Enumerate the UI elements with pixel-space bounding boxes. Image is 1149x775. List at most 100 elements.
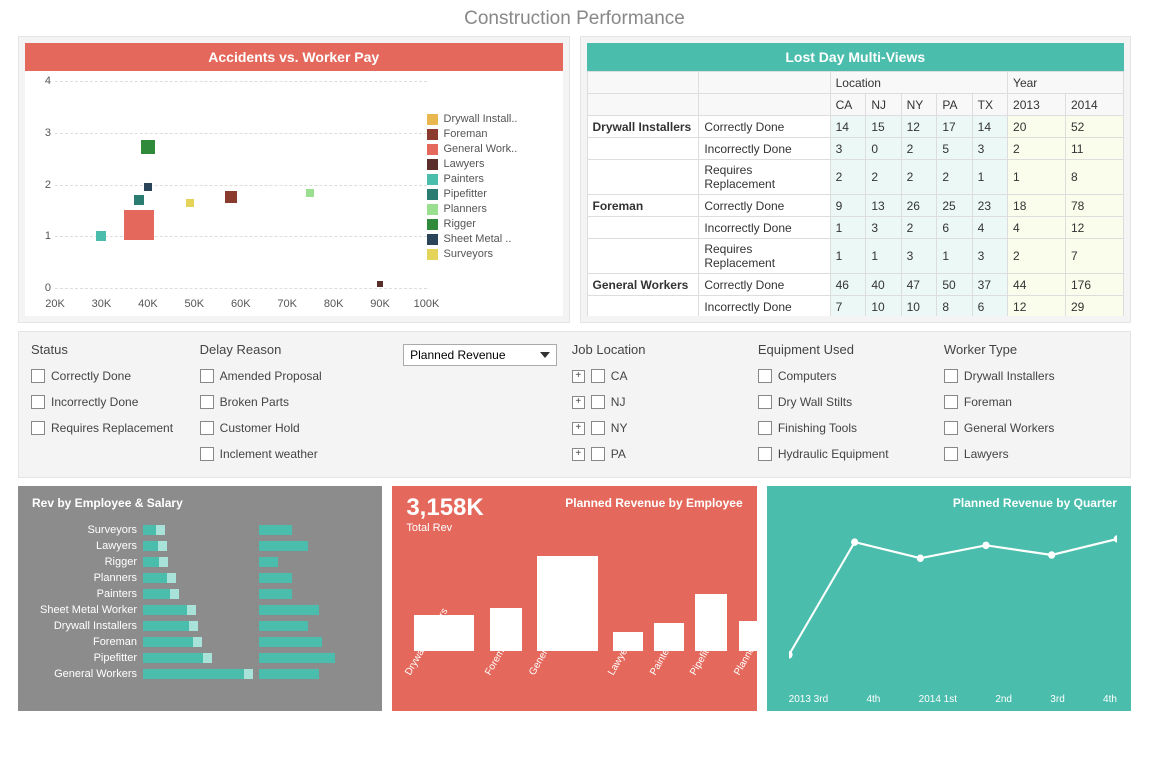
expand-icon[interactable]: + <box>572 396 585 409</box>
expand-icon[interactable]: + <box>572 370 585 383</box>
legend-item[interactable]: Planners <box>427 202 557 216</box>
page-title: Construction Performance <box>0 0 1149 36</box>
legend-item[interactable]: Sheet Metal .. <box>427 232 557 246</box>
scatter-point[interactable] <box>124 210 154 240</box>
checkbox-icon[interactable] <box>944 395 958 409</box>
legend-item[interactable]: Rigger <box>427 217 557 231</box>
checkbox-icon[interactable] <box>944 369 958 383</box>
lostday-table: LocationYearCANJNYPATX20132014Drywall In… <box>587 71 1125 316</box>
checkbox-icon[interactable] <box>758 369 772 383</box>
checkbox-icon[interactable] <box>200 447 214 461</box>
filter-checkbox[interactable]: Correctly Done <box>31 369 188 383</box>
checkbox-icon[interactable] <box>591 395 605 409</box>
filter-checkbox[interactable]: Dry Wall Stilts <box>758 395 932 409</box>
panel-title-lostday: Lost Day Multi-Views <box>587 43 1125 71</box>
filter-checkbox[interactable]: Drywall Installers <box>944 369 1118 383</box>
legend-item[interactable]: Lawyers <box>427 157 557 171</box>
filter-checkbox[interactable]: Broken Parts <box>200 395 391 409</box>
checkbox-icon[interactable] <box>591 447 605 461</box>
hbar-label: Sheet Metal Worker <box>32 604 137 616</box>
checkbox-icon[interactable] <box>758 395 772 409</box>
panel-title-accidents: Accidents vs. Worker Pay <box>25 43 563 71</box>
lostday-table-wrap[interactable]: LocationYearCANJNYPATX20132014Drywall In… <box>587 71 1125 316</box>
card-planned-rev-employee: Planned Revenue by Employee 3,158K Total… <box>392 486 756 711</box>
hbar-label: Painters <box>32 588 137 600</box>
scatter-point[interactable] <box>306 189 314 197</box>
filter-checkbox[interactable]: +NY <box>572 421 746 435</box>
filter-title-delay: Delay Reason <box>200 342 391 357</box>
card-planned-rev-quarter: Planned Revenue by Quarter 2013 3rd4th20… <box>767 486 1131 711</box>
scatter-point[interactable] <box>134 195 144 205</box>
hbar-label: Planners <box>32 572 137 584</box>
scatter-legend: Drywall Install..ForemanGeneral Work..La… <box>427 71 563 316</box>
filter-checkbox[interactable]: Lawyers <box>944 447 1118 461</box>
scatter-chart[interactable]: 0123420K30K40K50K60K70K80K90K100K <box>25 71 427 316</box>
checkbox-icon[interactable] <box>944 447 958 461</box>
filter-title-equipment: Equipment Used <box>758 342 932 357</box>
vbar-chart[interactable]: Drywall InstallersForemanGeneral Workers… <box>406 546 742 701</box>
checkbox-icon[interactable] <box>200 395 214 409</box>
filter-title-status: Status <box>31 342 188 357</box>
filter-checkbox[interactable]: Computers <box>758 369 932 383</box>
revenue-select[interactable]: Planned Revenue <box>403 344 557 366</box>
legend-item[interactable]: Drywall Install.. <box>427 112 557 126</box>
legend-item[interactable]: Pipefitter <box>427 187 557 201</box>
hbar-label: Drywall Installers <box>32 620 137 632</box>
filter-panel: Status Correctly Done Incorrectly Done Req… <box>18 331 1131 478</box>
scatter-point[interactable] <box>141 140 155 154</box>
checkbox-icon[interactable] <box>31 421 45 435</box>
legend-item[interactable]: Painters <box>427 172 557 186</box>
filter-checkbox[interactable]: Amended Proposal <box>200 369 391 383</box>
hbar-label: Surveyors <box>32 524 137 536</box>
filter-checkbox[interactable]: Requires Replacement <box>31 421 188 435</box>
hbar-chart[interactable]: Surveyors Lawyers Rigger Planners Painters Sh… <box>32 522 368 681</box>
scatter-point[interactable] <box>96 231 106 241</box>
filter-checkbox[interactable]: Incorrectly Done <box>31 395 188 409</box>
hbar-label: Foreman <box>32 636 137 648</box>
checkbox-icon[interactable] <box>944 421 958 435</box>
filter-checkbox[interactable]: Inclement weather <box>200 447 391 461</box>
card-rev-employee-salary: Rev by Employee & Salary Surveyors Lawyer… <box>18 486 382 711</box>
checkbox-icon[interactable] <box>758 421 772 435</box>
scatter-point[interactable] <box>377 281 383 287</box>
total-rev-label: Total Rev <box>406 522 742 534</box>
hbar-label: General Workers <box>32 668 137 680</box>
card-title-prev-emp: Planned Revenue by Employee <box>565 496 742 510</box>
filter-checkbox[interactable]: Customer Hold <box>200 421 391 435</box>
scatter-point[interactable] <box>186 199 194 207</box>
checkbox-icon[interactable] <box>200 369 214 383</box>
caret-down-icon <box>540 352 550 358</box>
filter-checkbox[interactable]: General Workers <box>944 421 1118 435</box>
card-title-prev-quarter: Planned Revenue by Quarter <box>953 496 1117 510</box>
filter-checkbox[interactable]: Hydraulic Equipment <box>758 447 932 461</box>
checkbox-icon[interactable] <box>591 421 605 435</box>
legend-item[interactable]: Surveyors <box>427 247 557 261</box>
filter-checkbox[interactable]: +NJ <box>572 395 746 409</box>
legend-item[interactable]: Foreman <box>427 127 557 141</box>
expand-icon[interactable]: + <box>572 422 585 435</box>
filter-checkbox[interactable]: Foreman <box>944 395 1118 409</box>
filter-checkbox[interactable]: +CA <box>572 369 746 383</box>
checkbox-icon[interactable] <box>31 369 45 383</box>
filter-checkbox[interactable]: +PA <box>572 447 746 461</box>
line-x-axis: 2013 3rd4th2014 1st2nd3rd4th <box>789 694 1117 705</box>
checkbox-icon[interactable] <box>758 447 772 461</box>
revenue-select-label: Planned Revenue <box>410 348 505 362</box>
scatter-point[interactable] <box>144 183 152 191</box>
line-chart[interactable] <box>789 526 1117 687</box>
hbar-label: Lawyers <box>32 540 137 552</box>
checkbox-icon[interactable] <box>200 421 214 435</box>
legend-item[interactable]: General Work.. <box>427 142 557 156</box>
panel-accidents-vs-pay: Accidents vs. Worker Pay 0123420K30K40K5… <box>18 36 570 323</box>
expand-icon[interactable]: + <box>572 448 585 461</box>
filter-title-location: Job Location <box>572 342 746 357</box>
card-title-rev-emp: Rev by Employee & Salary <box>32 496 368 510</box>
hbar-label: Pipefitter <box>32 652 137 664</box>
checkbox-icon[interactable] <box>31 395 45 409</box>
hbar-label: Rigger <box>32 556 137 568</box>
filter-checkbox[interactable]: Finishing Tools <box>758 421 932 435</box>
panel-lost-day: Lost Day Multi-Views LocationYearCANJNYP… <box>580 36 1132 323</box>
filter-title-worker: Worker Type <box>944 342 1118 357</box>
scatter-point[interactable] <box>225 191 237 203</box>
checkbox-icon[interactable] <box>591 369 605 383</box>
